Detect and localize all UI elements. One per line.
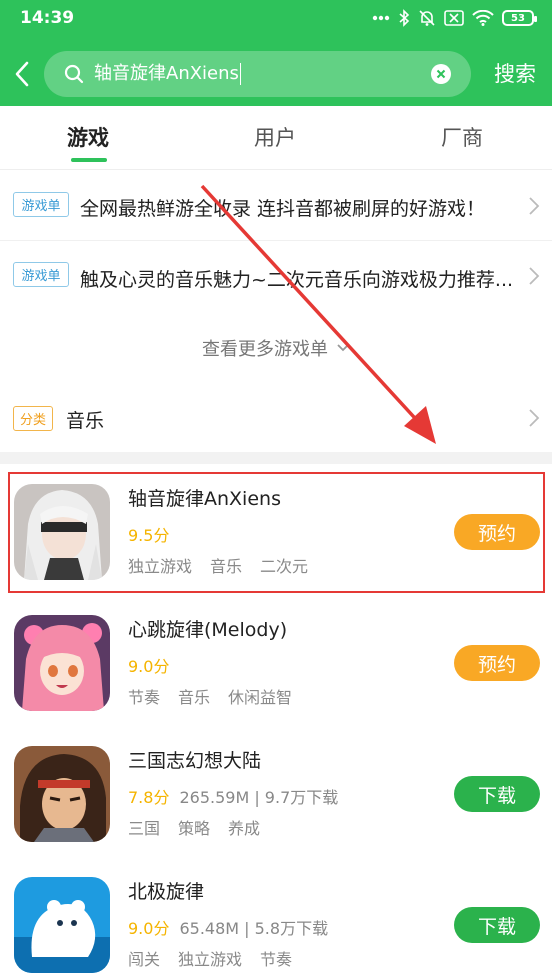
app-tag: 节奏 (260, 950, 293, 969)
header: 14:39 53 轴音旋律AnXiens 搜索 (0, 0, 552, 106)
close-icon (436, 69, 446, 79)
app-meta: 9.0分 65.48M | 5.8万下载 (128, 915, 328, 939)
app-tag: 养成 (228, 819, 261, 838)
app-size-downloads: 65.48M | 5.8万下载 (179, 919, 329, 938)
app-tag: 闯关 (128, 950, 161, 969)
tab-vendors[interactable]: 厂商 (441, 122, 483, 152)
app-tag: 音乐 (178, 688, 211, 707)
app-score: 9.0分 (128, 919, 170, 938)
category-row[interactable]: 分类 音乐 (0, 386, 552, 452)
game-list-tag: 游戏单 (13, 262, 69, 287)
app-name: 心跳旋律(Melody) (128, 619, 288, 641)
app-tag: 策略 (178, 819, 211, 838)
download-button[interactable]: 下载 (454, 907, 540, 943)
app-score: 9.0分 (128, 657, 170, 676)
app-row[interactable]: 北极旋律 9.0分 65.48M | 5.8万下载 闯关 独立游戏 节奏 下载 (0, 861, 552, 974)
game-list-tag: 游戏单 (13, 192, 69, 217)
game-list-item[interactable]: 游戏单 全网最热鲜游全收录 连抖音都被刷屏的好游戏！ (0, 172, 552, 240)
app-meta: 7.8分 265.59M | 9.7万下载 (128, 784, 338, 808)
sim-off-icon (444, 10, 464, 26)
clear-search-button[interactable] (431, 64, 451, 84)
back-button[interactable] (8, 56, 36, 92)
app-tag: 节奏 (128, 688, 161, 707)
status-bar: 14:39 53 (0, 0, 552, 36)
search-box[interactable]: 轴音旋律AnXiens (44, 51, 471, 97)
search-input[interactable]: 轴音旋律AnXiens (94, 51, 242, 97)
app-tags: 三国 策略 养成 (128, 815, 260, 839)
app-tag: 三国 (128, 819, 161, 838)
app-name: 三国志幻想大陆 (128, 750, 262, 772)
category-tag: 分类 (13, 406, 53, 431)
status-icons: 53 (372, 8, 537, 28)
search-button[interactable]: 搜索 (494, 58, 536, 88)
anime-girl-icon (14, 615, 110, 711)
mute-bell-icon (419, 10, 435, 26)
app-tags: 节奏 音乐 休闲益智 (128, 684, 292, 708)
annotation-highlight-box (8, 472, 545, 593)
app-score: 7.8分 (128, 788, 170, 807)
tab-users[interactable]: 用户 (254, 122, 296, 152)
chevron-right-icon (529, 197, 540, 215)
app-size-downloads: 265.59M | 9.7万下载 (179, 788, 339, 807)
more-game-lists-link[interactable]: 查看更多游戏单 (0, 310, 552, 386)
app-icon-polar (14, 877, 110, 973)
chevron-down-icon (337, 344, 349, 352)
app-icon-sanguo (14, 746, 110, 842)
text-caret (239, 63, 242, 85)
game-list-title: 全网最热鲜游全收录 连抖音都被刷屏的好游戏！ (80, 198, 486, 220)
more-game-lists-label: 查看更多游戏单 (202, 339, 328, 360)
app-row[interactable]: 心跳旋律(Melody) 9.0分 节奏 音乐 休闲益智 预约 (0, 599, 552, 730)
back-arrow-icon (15, 61, 29, 87)
app-meta: 9.0分 (128, 653, 179, 677)
tab-active-indicator (71, 158, 107, 162)
chevron-right-icon (529, 409, 540, 427)
warrior-icon (14, 746, 110, 842)
status-time: 14:39 (20, 8, 75, 28)
app-tag: 独立游戏 (178, 950, 243, 969)
app-row[interactable]: 三国志幻想大陆 7.8分 265.59M | 9.7万下载 三国 策略 养成 下载 (0, 730, 552, 861)
game-list-title: 触及心灵的音乐魅力~二次元音乐向游戏极力推荐... (80, 269, 514, 291)
app-icon-melody (14, 615, 110, 711)
category-label: 音乐 (66, 410, 105, 432)
search-query: 轴音旋律AnXiens (94, 63, 239, 84)
app-name: 北极旋律 (128, 881, 205, 903)
search-icon (64, 64, 84, 84)
app-tags: 闯关 独立游戏 节奏 (128, 946, 292, 970)
chevron-right-icon (529, 267, 540, 285)
more-dots-icon (372, 15, 390, 21)
polar-bear-icon (14, 877, 110, 973)
download-button[interactable]: 下载 (454, 776, 540, 812)
battery-icon: 53 (502, 10, 537, 26)
reserve-button[interactable]: 预约 (454, 645, 540, 681)
wifi-icon (472, 10, 494, 26)
section-divider (0, 452, 552, 464)
app-tag: 休闲益智 (228, 688, 293, 707)
tab-games[interactable]: 游戏 (67, 122, 109, 152)
game-list-item[interactable]: 游戏单 触及心灵的音乐魅力~二次元音乐向游戏极力推荐... (0, 240, 552, 308)
bluetooth-icon (399, 9, 410, 27)
